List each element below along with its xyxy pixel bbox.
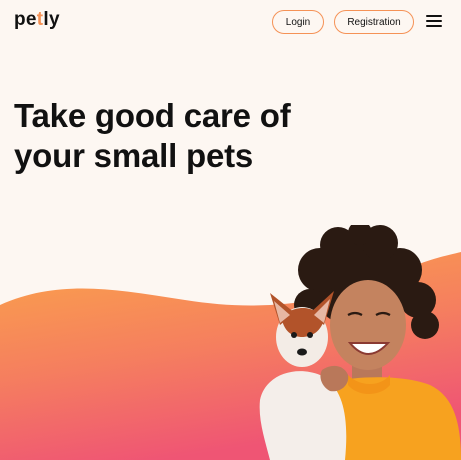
logo[interactable]: petly — [14, 9, 60, 31]
hero-image-woman-with-puppy — [259, 225, 461, 460]
registration-button[interactable]: Registration — [334, 10, 414, 34]
hero-title-line-1: Take good care of — [14, 97, 291, 134]
login-button[interactable]: Login — [272, 10, 324, 34]
hamburger-menu-icon[interactable] — [426, 15, 442, 28]
hero-title: Take good care of your small pets — [14, 96, 334, 175]
logo-text-prefix: pe — [14, 9, 37, 30]
home-page: petly Login Registration Take good care … — [0, 0, 461, 460]
hero-title-line-2: your small pets — [14, 136, 254, 174]
logo-text-suffix: ly — [43, 9, 60, 30]
